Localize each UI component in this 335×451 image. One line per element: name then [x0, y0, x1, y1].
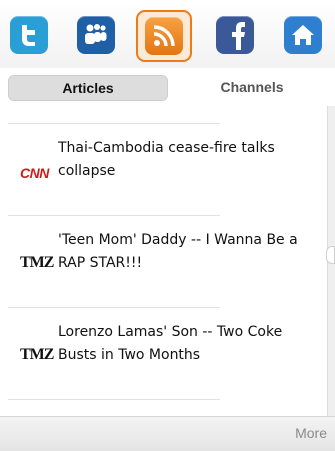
- tab-channels[interactable]: Channels: [176, 75, 328, 99]
- article-title: Lorenzo Lamas' Son -- Two Coke Busts in …: [58, 324, 283, 363]
- tab-articles[interactable]: Articles: [8, 75, 168, 101]
- scroll-thumb[interactable]: [326, 246, 335, 264]
- home-icon: [284, 16, 322, 54]
- twitter-icon: [10, 16, 48, 54]
- tmz-logo: TMZ: [20, 346, 54, 363]
- more-button[interactable]: More: [295, 425, 327, 441]
- list-item[interactable]: TMZ 'Teen Mom' Daddy -- I Wanna Be a RAP…: [0, 216, 335, 308]
- article-list: CNN Thai-Cambodia cease-fire talks colla…: [0, 106, 335, 416]
- home-button[interactable]: [280, 12, 326, 58]
- rss-button[interactable]: [136, 10, 192, 62]
- bottom-bar: More: [0, 416, 335, 451]
- facebook-icon: [216, 16, 254, 54]
- myspace-icon: [77, 16, 115, 54]
- article-title: Thai-Cambodia cease-fire talks collapse: [58, 140, 275, 179]
- rss-icon: [145, 17, 183, 55]
- segmented-tabs: Articles Channels: [0, 68, 335, 107]
- top-icon-bar: [0, 0, 335, 68]
- list-item[interactable]: TMZ Lorenzo Lamas' Son -- Two Coke Busts…: [0, 308, 335, 400]
- twitter-button[interactable]: [6, 12, 52, 58]
- article-title: 'Teen Mom' Daddy -- I Wanna Be a RAP STA…: [58, 232, 298, 271]
- list-divider: [8, 399, 220, 400]
- list-item[interactable]: CNN Thai-Cambodia cease-fire talks colla…: [0, 124, 335, 216]
- facebook-button[interactable]: [212, 12, 258, 58]
- cnn-logo: CNN: [20, 165, 49, 181]
- tmz-logo: TMZ: [20, 254, 54, 271]
- myspace-button[interactable]: [73, 12, 119, 58]
- scrollbar[interactable]: [326, 106, 335, 416]
